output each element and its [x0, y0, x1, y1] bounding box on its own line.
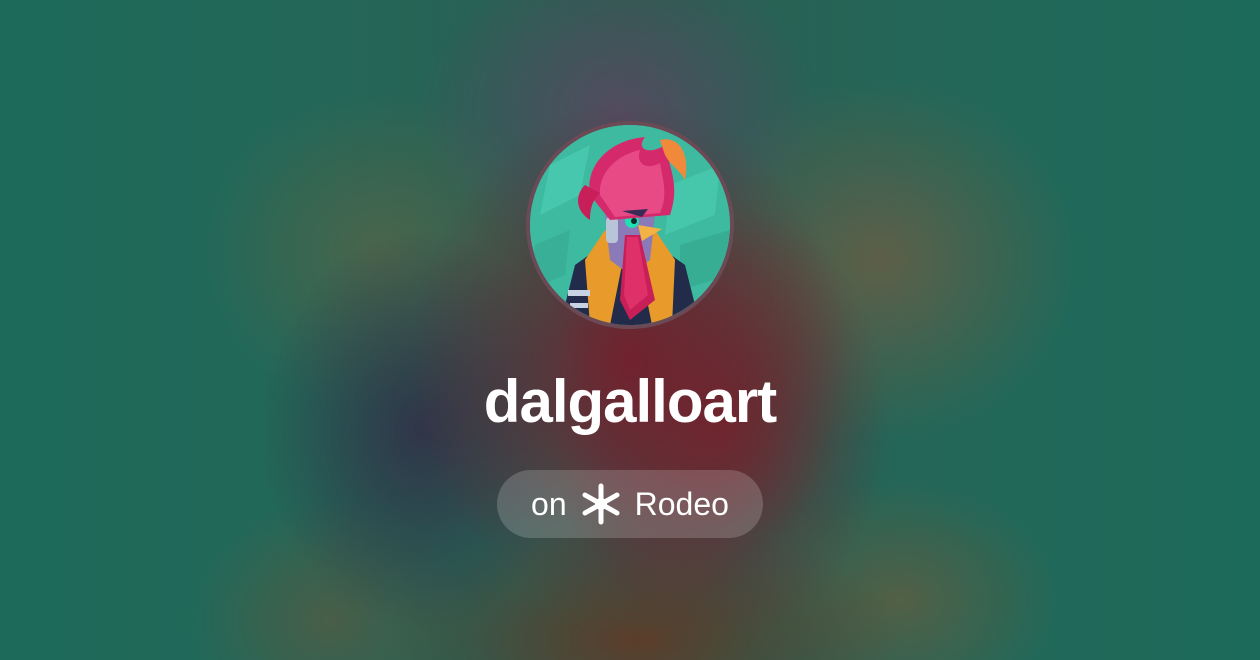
platform-badge[interactable]: on Rodeo	[497, 470, 763, 538]
platform-name: Rodeo	[634, 486, 729, 522]
avatar	[526, 121, 734, 329]
rodeo-logo-icon	[582, 483, 620, 525]
username: dalgalloart	[483, 368, 777, 435]
platform-prefix: on	[531, 486, 567, 522]
rooster-avatar-image	[530, 125, 730, 325]
blurred-background	[0, 0, 1260, 660]
